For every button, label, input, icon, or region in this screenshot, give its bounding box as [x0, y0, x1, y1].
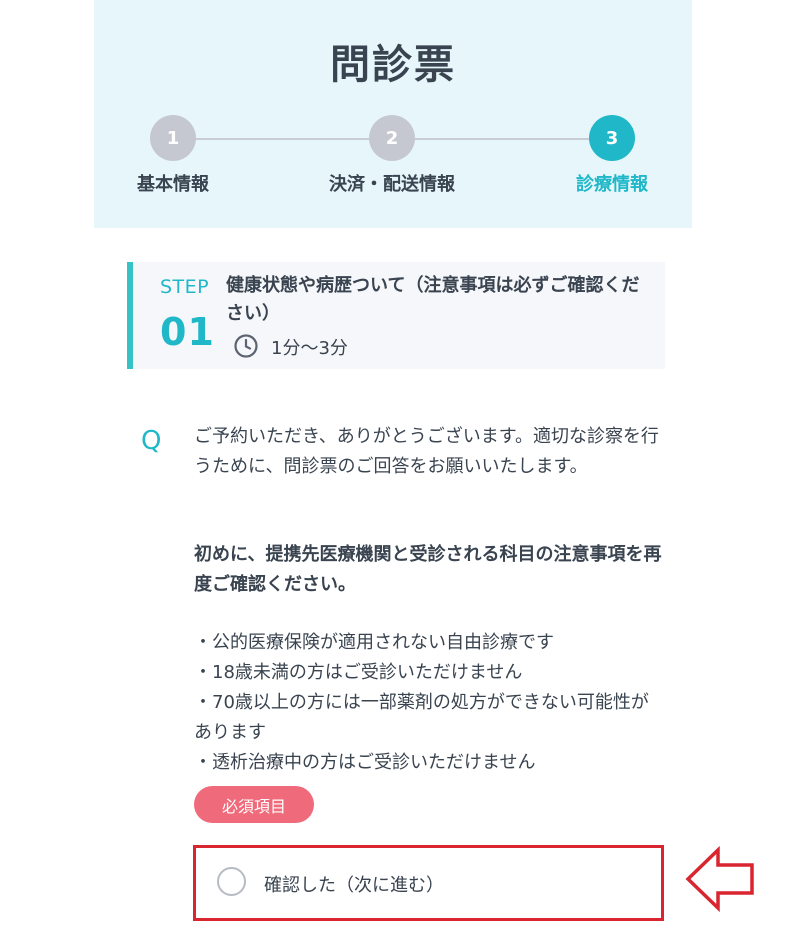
notice-list: ・公的医療保険が適用されない自由診療です ・18歳未満の方はご受診いただけません… — [194, 628, 662, 778]
question-mark: Q — [141, 426, 162, 456]
radio-button[interactable] — [217, 867, 246, 896]
step-number: 01 — [160, 310, 215, 354]
step-3-label: 診療情報 — [576, 174, 648, 195]
step-3-circle: 3 — [589, 115, 635, 161]
step-title: 健康状態や病歴ついて（注意事項は必ずご確認ください） — [226, 275, 640, 324]
step-2-circle: 2 — [369, 115, 415, 161]
notice-item: ・公的医療保険が適用されない自由診療です — [194, 632, 554, 653]
required-badge: 必須項目 — [194, 786, 314, 823]
notice-item: ・透析治療中の方はご受診いただけません — [194, 752, 536, 773]
question-emphasis: 初めに、提携先医療機関と受診される科目の注意事項を再度ご確認ください。 — [194, 544, 662, 595]
notice-item: ・70歳以上の方には一部薬剤の処方ができない可能性があります — [194, 692, 649, 743]
step-2-label: 決済・配送情報 — [329, 174, 455, 195]
step-1-label: 基本情報 — [137, 174, 209, 195]
confirm-option-label[interactable]: 確認した（次に進む） — [264, 871, 444, 897]
clock-icon — [234, 334, 258, 358]
question-intro: ご予約いただき、ありがとうございます。適切な診察を行うために、問診票のご回答をお… — [194, 426, 659, 477]
step-word: STEP — [160, 276, 210, 298]
duration-text: 1分〜3分 — [271, 338, 348, 359]
step-1-circle: 1 — [150, 115, 196, 161]
confirm-option[interactable]: 確認した（次に進む） — [193, 845, 664, 921]
notice-item: ・18歳未満の方はご受診いただけません — [194, 662, 523, 683]
step-card: STEP 01 健康状態や病歴ついて（注意事項は必ずご確認ください） 1分〜3分 — [127, 262, 665, 369]
arrow-left-icon — [685, 846, 754, 912]
page-title: 問診票 — [330, 42, 456, 88]
header: 問診票 1 2 3 基本情報 決済・配送情報 診療情報 — [94, 0, 692, 228]
